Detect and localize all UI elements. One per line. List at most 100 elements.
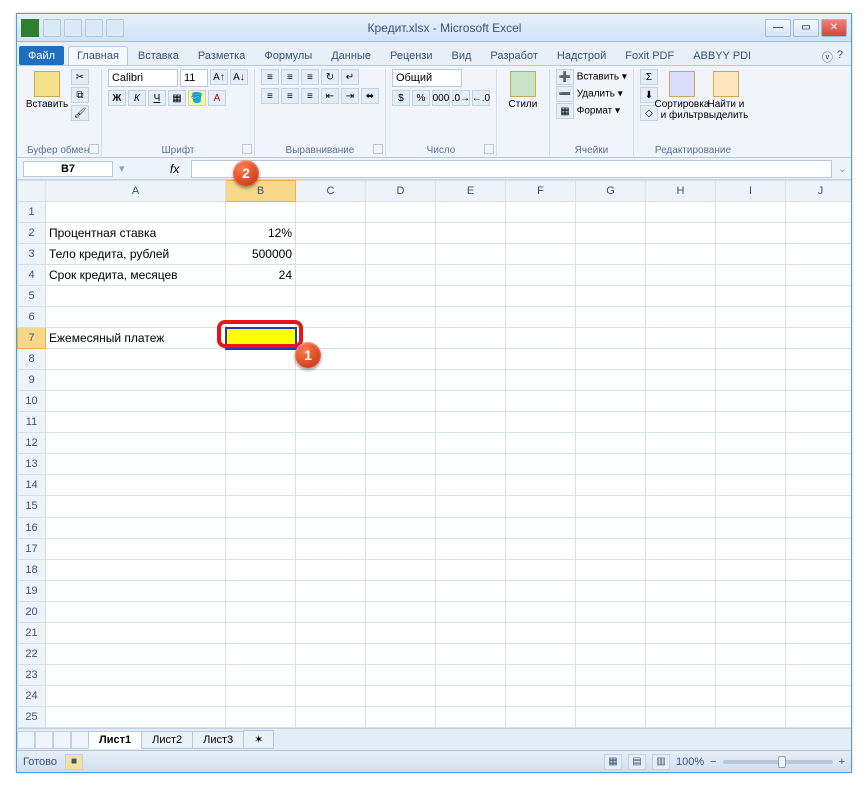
cell-H20[interactable] <box>646 601 716 622</box>
cell-H9[interactable] <box>646 370 716 391</box>
cell-B14[interactable] <box>226 475 296 496</box>
sheet-tab-1[interactable]: Лист1 <box>88 731 142 749</box>
cell-F11[interactable] <box>506 412 576 433</box>
cell-D5[interactable] <box>366 286 436 307</box>
cell-E4[interactable] <box>436 265 506 286</box>
cell-A10[interactable] <box>46 391 226 412</box>
cell-H1[interactable] <box>646 202 716 223</box>
cell-H23[interactable] <box>646 664 716 685</box>
cell-B12[interactable] <box>226 433 296 454</box>
zoom-level[interactable]: 100% <box>676 756 704 768</box>
qat-customize-icon[interactable] <box>106 19 124 37</box>
cell-B20[interactable] <box>226 601 296 622</box>
col-header-E[interactable]: E <box>436 181 506 202</box>
macro-record-icon[interactable]: ■ <box>65 754 83 770</box>
cell-F17[interactable] <box>506 538 576 559</box>
tab-insert[interactable]: Вставка <box>129 46 188 65</box>
cell-G6[interactable] <box>576 307 646 328</box>
cell-C9[interactable] <box>296 370 366 391</box>
new-sheet-button[interactable]: ✶ <box>243 730 274 749</box>
clipboard-dialog-launcher[interactable] <box>89 144 99 154</box>
row-header-21[interactable]: 21 <box>18 622 46 643</box>
cell-C24[interactable] <box>296 685 366 706</box>
cell-H11[interactable] <box>646 412 716 433</box>
cell-G7[interactable] <box>576 328 646 349</box>
cell-I24[interactable] <box>716 685 786 706</box>
col-header-H[interactable]: H <box>646 181 716 202</box>
cell-B5[interactable] <box>226 286 296 307</box>
cell-A8[interactable] <box>46 349 226 370</box>
cell-B24[interactable] <box>226 685 296 706</box>
cell-A2[interactable]: Процентная ставка <box>46 223 226 244</box>
tab-data[interactable]: Данные <box>322 46 380 65</box>
font-name-select[interactable]: Calibri <box>108 69 178 87</box>
cell-F3[interactable] <box>506 244 576 265</box>
tab-home[interactable]: Главная <box>68 46 128 65</box>
cell-J8[interactable] <box>786 349 852 370</box>
cell-D25[interactable] <box>366 706 436 727</box>
orientation-icon[interactable]: ↻ <box>321 69 339 85</box>
cell-F4[interactable] <box>506 265 576 286</box>
tab-nav-prev[interactable] <box>35 731 53 749</box>
delete-cells-button[interactable]: ➖ Удалить ▾ <box>556 86 623 102</box>
cell-G25[interactable] <box>576 706 646 727</box>
increase-font-icon[interactable]: A↑ <box>210 69 228 85</box>
cell-H17[interactable] <box>646 538 716 559</box>
minimize-ribbon-icon[interactable]: ⓥ <box>822 49 833 65</box>
cell-I20[interactable] <box>716 601 786 622</box>
cell-E3[interactable] <box>436 244 506 265</box>
tab-page-layout[interactable]: Разметка <box>189 46 255 65</box>
cell-A18[interactable] <box>46 559 226 580</box>
cell-D10[interactable] <box>366 391 436 412</box>
cell-E12[interactable] <box>436 433 506 454</box>
cell-I2[interactable] <box>716 223 786 244</box>
cell-J21[interactable] <box>786 622 852 643</box>
cell-H18[interactable] <box>646 559 716 580</box>
cell-I12[interactable] <box>716 433 786 454</box>
cell-C21[interactable] <box>296 622 366 643</box>
tab-addins[interactable]: Надстрой <box>548 46 615 65</box>
row-header-19[interactable]: 19 <box>18 580 46 601</box>
cell-F1[interactable] <box>506 202 576 223</box>
cell-G18[interactable] <box>576 559 646 580</box>
cell-E18[interactable] <box>436 559 506 580</box>
col-header-I[interactable]: I <box>716 181 786 202</box>
row-header-11[interactable]: 11 <box>18 412 46 433</box>
cell-G2[interactable] <box>576 223 646 244</box>
cell-J19[interactable] <box>786 580 852 601</box>
cell-E21[interactable] <box>436 622 506 643</box>
copy-icon[interactable]: ⧉ <box>71 87 89 103</box>
maximize-button[interactable]: ▭ <box>793 19 819 37</box>
cell-A24[interactable] <box>46 685 226 706</box>
cell-B7[interactable] <box>226 328 296 349</box>
cell-H7[interactable] <box>646 328 716 349</box>
cell-I7[interactable] <box>716 328 786 349</box>
cell-F8[interactable] <box>506 349 576 370</box>
tab-file[interactable]: Файл <box>19 46 64 65</box>
cell-B15[interactable] <box>226 496 296 517</box>
cell-F23[interactable] <box>506 664 576 685</box>
row-header-17[interactable]: 17 <box>18 538 46 559</box>
cell-I10[interactable] <box>716 391 786 412</box>
cell-G17[interactable] <box>576 538 646 559</box>
cell-D6[interactable] <box>366 307 436 328</box>
cell-F20[interactable] <box>506 601 576 622</box>
cell-G16[interactable] <box>576 517 646 538</box>
cell-A14[interactable] <box>46 475 226 496</box>
cell-A20[interactable] <box>46 601 226 622</box>
cell-I22[interactable] <box>716 643 786 664</box>
name-box[interactable]: B7 <box>23 161 113 177</box>
row-header-5[interactable]: 5 <box>18 286 46 307</box>
cell-I9[interactable] <box>716 370 786 391</box>
cell-J20[interactable] <box>786 601 852 622</box>
cell-B17[interactable] <box>226 538 296 559</box>
number-dialog-launcher[interactable] <box>484 144 494 154</box>
cell-F22[interactable] <box>506 643 576 664</box>
cell-B16[interactable] <box>226 517 296 538</box>
align-bottom-icon[interactable]: ≡ <box>301 69 319 85</box>
row-header-15[interactable]: 15 <box>18 496 46 517</box>
cell-F9[interactable] <box>506 370 576 391</box>
cell-I19[interactable] <box>716 580 786 601</box>
number-format-select[interactable]: Общий <box>392 69 462 87</box>
cell-I17[interactable] <box>716 538 786 559</box>
